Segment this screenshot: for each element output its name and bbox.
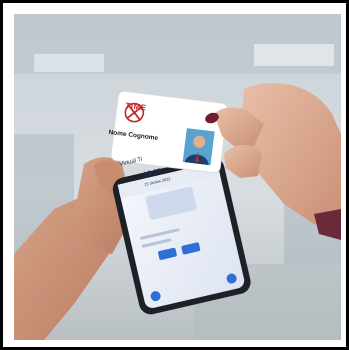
- image-frame: [0, 0, 349, 350]
- photo: [14, 14, 341, 340]
- light-blur-2: [254, 44, 334, 66]
- light-blur: [34, 54, 104, 72]
- photo-scene: [14, 14, 341, 340]
